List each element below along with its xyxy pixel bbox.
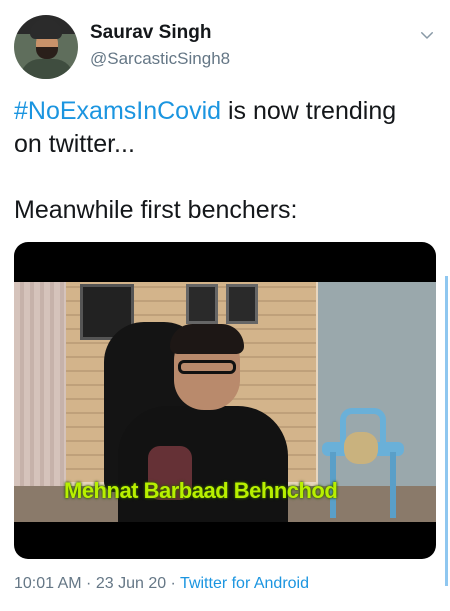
media-person-glasses bbox=[178, 360, 236, 374]
meta-separator: · bbox=[166, 575, 181, 592]
tweet-date[interactable]: 23 Jun 20 bbox=[96, 575, 166, 592]
media-chair-leg bbox=[390, 452, 396, 518]
media-plaque-2 bbox=[186, 284, 218, 324]
chevron-down-icon[interactable] bbox=[418, 26, 436, 44]
media-person-body bbox=[118, 406, 288, 522]
scroll-indicator bbox=[445, 276, 448, 586]
avatar-turban bbox=[30, 19, 62, 39]
tweet-text-spacer bbox=[14, 161, 434, 194]
tweet-source[interactable]: Twitter for Android bbox=[180, 575, 309, 592]
tweet-text: #NoExamsInCovid is now trending on twitt… bbox=[14, 95, 434, 227]
hashtag-link[interactable]: #NoExamsInCovid bbox=[14, 97, 221, 125]
tweet-text-line1-rest: is now trending bbox=[221, 97, 397, 125]
avatar-body bbox=[20, 59, 74, 79]
avatar[interactable] bbox=[14, 15, 78, 79]
author-name[interactable]: Saurav Singh bbox=[90, 22, 211, 44]
media-plaque-3 bbox=[226, 284, 258, 324]
media-frame: Mehnat Barbaad Behnchod bbox=[14, 282, 436, 522]
tweet-card: Saurav Singh @SarcasticSingh8 #NoExamsIn… bbox=[0, 0, 450, 611]
tweet-text-line3: Meanwhile first benchers: bbox=[14, 196, 298, 224]
media-person-hair bbox=[170, 324, 244, 354]
media-caption: Mehnat Barbaad Behnchod bbox=[64, 478, 338, 503]
media-toy bbox=[344, 432, 378, 464]
meta-separator: · bbox=[81, 575, 96, 592]
avatar-beard bbox=[36, 47, 58, 59]
tweet-timestamp[interactable]: 10:01 AM bbox=[14, 575, 82, 592]
author-handle[interactable]: @SarcasticSingh8 bbox=[90, 49, 230, 69]
tweet-media[interactable]: Mehnat Barbaad Behnchod bbox=[14, 242, 436, 559]
tweet-text-line2: on twitter... bbox=[14, 130, 135, 158]
tweet-meta: 10:01 AM · 23 Jun 20 · Twitter for Andro… bbox=[14, 575, 309, 593]
